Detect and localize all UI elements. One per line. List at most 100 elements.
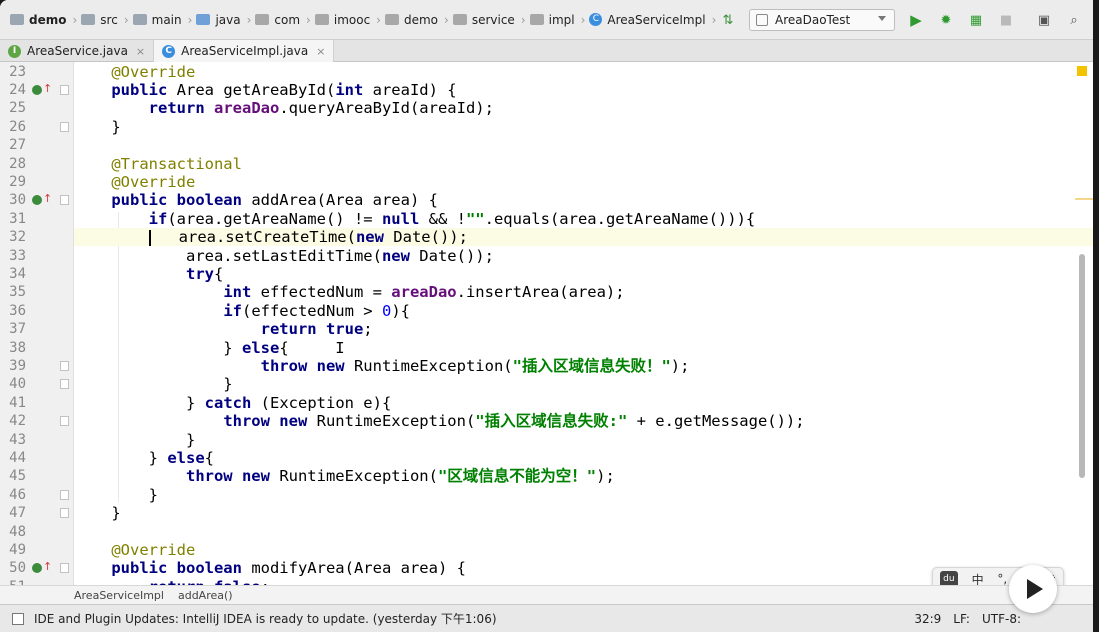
code-line[interactable]: @Override — [74, 541, 1093, 559]
gutter-row[interactable]: 28 — [0, 155, 74, 173]
ime-logo-icon[interactable]: du — [939, 571, 958, 585]
code-line[interactable]: if(effectedNum > 0){ — [74, 302, 1093, 320]
code-line[interactable]: area.setCreateTime(new Date()); — [74, 228, 1093, 247]
breadcrumb-class[interactable]: AreaServiceImpl — [74, 589, 164, 602]
gutter-row[interactable]: 48 — [0, 523, 74, 541]
line-gutter[interactable]: 23 24 ↑ 25 26 27 28 29 30 ↑ 31 32 33 34 35 36 37 38 39 40 41… — [0, 62, 74, 585]
code-line[interactable] — [74, 523, 1093, 541]
gutter-row[interactable]: 31 — [0, 210, 74, 228]
code-area[interactable]: @Override public Area getAreaById(int ar… — [74, 62, 1093, 585]
crumb-main[interactable]: main › — [132, 13, 192, 27]
caret-position[interactable]: 32:9 — [914, 612, 941, 626]
project-structure-icon[interactable]: ▣ — [1033, 9, 1055, 31]
build-icon[interactable]: ⇅ — [717, 9, 739, 31]
gutter-row[interactable]: 51 — [0, 578, 74, 585]
crumb-impl[interactable]: impl › — [529, 13, 585, 27]
code-editor[interactable]: 23 24 ↑ 25 26 27 28 29 30 ↑ 31 32 33 34 35 36 37 38 39 40 41… — [0, 62, 1093, 585]
crumb-com[interactable]: com › — [255, 13, 311, 27]
close-icon[interactable]: × — [316, 45, 325, 58]
tool-window-toggle-icon[interactable] — [12, 612, 24, 625]
code-line[interactable]: } — [74, 486, 1093, 504]
ime-punct-toggle[interactable]: °, — [997, 572, 1007, 585]
ime-lang-toggle[interactable]: 中 — [972, 571, 984, 586]
crumb-demo-pkg[interactable]: demo › — [384, 13, 449, 27]
implements-method-icon[interactable] — [32, 563, 42, 574]
code-line[interactable]: @Override — [74, 173, 1093, 191]
code-line[interactable]: area.setLastEditTime(new Date()); — [74, 247, 1093, 265]
tab-areaservice[interactable]: I AreaService.java × — [0, 40, 155, 62]
code-line[interactable]: try{ — [74, 265, 1093, 283]
fold-marker-icon[interactable] — [60, 508, 69, 519]
gutter-row[interactable]: 49 — [0, 541, 74, 559]
code-line[interactable]: } — [74, 504, 1093, 522]
gutter-row[interactable]: 45 — [0, 467, 74, 485]
tab-areaserviceimpl[interactable]: C AreaServiceImpl.java × — [154, 40, 335, 62]
coverage-icon[interactable]: ▦ — [965, 9, 987, 31]
video-play-button[interactable] — [1009, 565, 1057, 613]
close-icon[interactable]: × — [136, 45, 145, 58]
gutter-row[interactable]: 41 — [0, 394, 74, 412]
gutter-row[interactable]: 36 — [0, 302, 74, 320]
code-line[interactable]: return true; — [74, 320, 1093, 338]
gutter-row[interactable]: 43 — [0, 431, 74, 449]
code-line[interactable]: if(area.getAreaName() != null && !"".equ… — [74, 210, 1093, 228]
go-to-super-icon[interactable]: ↑ — [43, 82, 52, 96]
code-line[interactable]: return areaDao.queryAreaById(areaId); — [74, 99, 1093, 117]
breadcrumb-method[interactable]: addArea() — [178, 589, 233, 602]
gutter-row[interactable]: 33 — [0, 247, 74, 265]
run-icon[interactable]: ▶ — [905, 9, 927, 31]
gutter-row[interactable]: 27 — [0, 136, 74, 154]
status-message[interactable]: IDE and Plugin Updates: IntelliJ IDEA is… — [34, 610, 497, 627]
fold-marker-icon[interactable] — [60, 416, 69, 427]
go-to-super-icon[interactable]: ↑ — [43, 192, 52, 206]
debug-icon[interactable]: ✹ — [935, 9, 957, 31]
gutter-row[interactable]: 37 — [0, 320, 74, 338]
implements-method-icon[interactable] — [32, 84, 42, 95]
gutter-row[interactable]: 34 — [0, 265, 74, 283]
code-line[interactable]: } catch (Exception e){ — [74, 394, 1093, 412]
code-line[interactable]: throw new RuntimeException("插入区域信息失败！"); — [74, 357, 1093, 375]
inspection-marker[interactable] — [1077, 66, 1087, 76]
code-line[interactable]: } else{ I — [74, 339, 1093, 357]
gutter-row[interactable]: 44 — [0, 449, 74, 467]
code-line[interactable]: int effectedNum = areaDao.insertArea(are… — [74, 283, 1093, 301]
code-line[interactable]: @Transactional — [74, 155, 1093, 173]
code-line[interactable]: } — [74, 375, 1093, 393]
fold-marker-icon[interactable] — [60, 195, 69, 206]
crumb-demo[interactable]: demo › — [10, 13, 77, 27]
gutter-row[interactable]: 35 — [0, 283, 74, 301]
crumb-java[interactable]: java › — [196, 13, 251, 27]
gutter-row[interactable]: 38 — [0, 339, 74, 357]
gutter-row[interactable]: 25 — [0, 99, 74, 117]
stop-icon[interactable]: ■ — [995, 9, 1017, 31]
gutter-row[interactable]: 32 — [0, 228, 74, 246]
crumb-class[interactable]: C AreaServiceImpl › — [589, 13, 716, 27]
implements-method-icon[interactable] — [32, 195, 42, 206]
code-line[interactable]: public boolean addArea(Area area) { — [74, 191, 1093, 209]
run-config-select[interactable]: AreaDaoTest — [749, 9, 895, 31]
go-to-super-icon[interactable]: ↑ — [43, 560, 52, 574]
code-line[interactable]: @Override — [74, 63, 1093, 81]
fold-marker-icon[interactable] — [60, 489, 69, 500]
code-line[interactable]: throw new RuntimeException("区域信息不能为空！"); — [74, 467, 1093, 485]
gutter-row[interactable]: 23 — [0, 63, 74, 81]
gutter-row[interactable]: 29 — [0, 173, 74, 191]
fold-marker-icon[interactable] — [60, 84, 69, 95]
file-encoding[interactable]: UTF-8: — [982, 612, 1021, 626]
vertical-scrollbar[interactable] — [1079, 254, 1085, 478]
line-separator[interactable]: LF: — [953, 612, 970, 626]
crumb-service[interactable]: service › — [452, 13, 526, 27]
search-icon[interactable]: ⌕ — [1063, 9, 1085, 31]
code-line[interactable]: throw new RuntimeException("插入区域信息失败:" +… — [74, 412, 1093, 430]
crumb-imooc[interactable]: imooc › — [314, 13, 381, 27]
code-line[interactable]: } else{ — [74, 449, 1093, 467]
fold-marker-icon[interactable] — [60, 121, 69, 132]
fold-marker-icon[interactable] — [60, 379, 69, 390]
code-line[interactable]: public Area getAreaById(int areaId) { — [74, 81, 1093, 99]
code-line[interactable] — [74, 136, 1093, 154]
code-line[interactable]: } — [74, 118, 1093, 136]
fold-marker-icon[interactable] — [60, 563, 69, 574]
fold-marker-icon[interactable] — [60, 360, 69, 371]
code-line[interactable]: } — [74, 431, 1093, 449]
crumb-src[interactable]: src › — [81, 13, 129, 27]
